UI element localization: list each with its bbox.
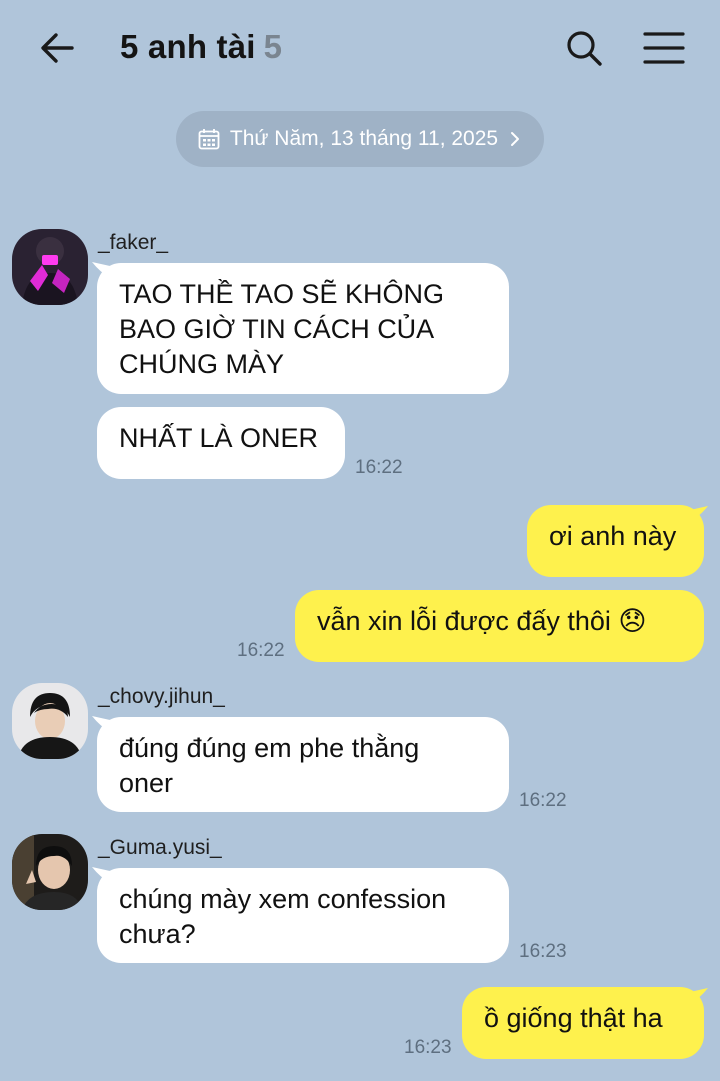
message-bubble-outgoing[interactable]: vẫn xin lỗi được đấy thôi 😞 [295,590,704,662]
message-bubble-outgoing[interactable]: ơi anh này [527,505,704,577]
message-time: 16:22 [237,640,285,661]
sender-name: _faker_ [98,231,169,254]
message-bubble-outgoing[interactable]: ồ giống thật ha [462,987,704,1059]
message-bubble[interactable]: chúng mày xem confession chưa? [97,868,509,963]
message-bubble[interactable]: TAO THỀ TAO SẼ KHÔNG BAO GIỜ TIN CÁCH CỦ… [97,263,509,394]
bubble-tail [690,988,708,1004]
calendar-icon [198,129,220,150]
hamburger-menu-icon [643,32,685,64]
message-time: 16:22 [355,457,403,478]
message-bubble[interactable]: đúng đúng em phe thằng oner [97,717,509,812]
back-button[interactable] [36,28,80,68]
chevron-right-icon [511,132,520,146]
group-name: 5 anh tài [120,28,256,65]
message-time: 16:23 [404,1037,452,1058]
avatar-faker[interactable] [12,229,88,305]
arrow-left-icon [41,33,74,63]
search-icon [567,31,602,66]
sender-name: _chovy.jihun_ [98,685,225,708]
message-time: 16:22 [519,790,567,811]
search-button[interactable] [562,26,606,70]
date-label: Thứ Năm, 13 tháng 11, 2025 [229,127,499,150]
avatar-chovy[interactable] [12,683,88,759]
menu-button[interactable] [640,26,688,70]
date-divider[interactable]: Thứ Năm, 13 tháng 11, 2025 [176,111,544,167]
chat-title: 5 anh tài 5 [120,28,282,66]
message-time: 16:23 [519,941,567,962]
message-bubble[interactable]: NHẤT LÀ ONER [97,407,345,479]
member-count: 5 [263,28,283,65]
bubble-tail [690,506,708,522]
chat-header: 5 anh tài 5 [0,0,720,100]
avatar-guma[interactable] [12,834,88,910]
sender-name: _Guma.yusi_ [98,836,222,859]
